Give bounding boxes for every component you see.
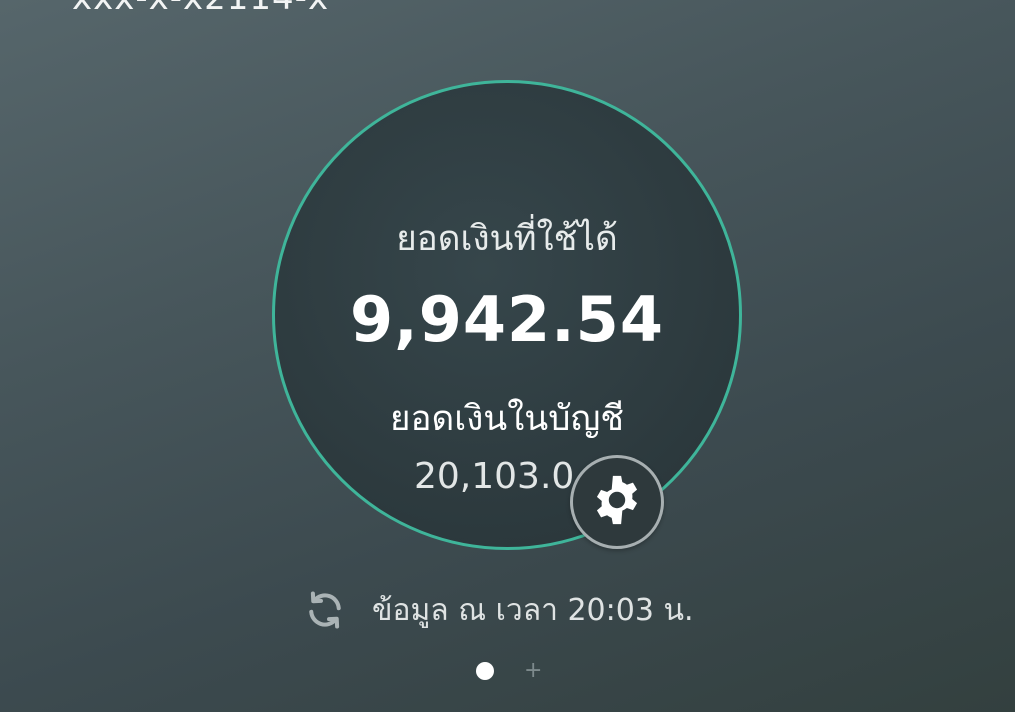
ledger-balance-label: ยอดเงินในบัญชี bbox=[389, 399, 625, 439]
available-balance-amount: 9,942.54 bbox=[350, 283, 664, 356]
balance-circle[interactable]: ยอดเงินที่ใช้ได้ 9,942.54 ยอดเงินในบัญชี… bbox=[272, 80, 742, 550]
pagination-add-account[interactable]: + bbox=[524, 658, 542, 684]
last-update-row[interactable]: ข้อมูล ณ เวลา 20:03 น. bbox=[302, 584, 694, 636]
available-balance-label: ยอดเงินที่ใช้ได้ bbox=[396, 219, 618, 259]
gear-icon bbox=[588, 471, 646, 533]
ledger-balance-amount: 20,103.0 bbox=[414, 456, 575, 497]
account-number: xxx-x-x2114-x bbox=[72, 0, 329, 18]
last-update-text: ข้อมูล ณ เวลา 20:03 น. bbox=[372, 592, 694, 628]
pagination-dot-active[interactable] bbox=[476, 662, 494, 680]
refresh-icon[interactable] bbox=[302, 587, 348, 633]
settings-button[interactable] bbox=[570, 455, 664, 549]
